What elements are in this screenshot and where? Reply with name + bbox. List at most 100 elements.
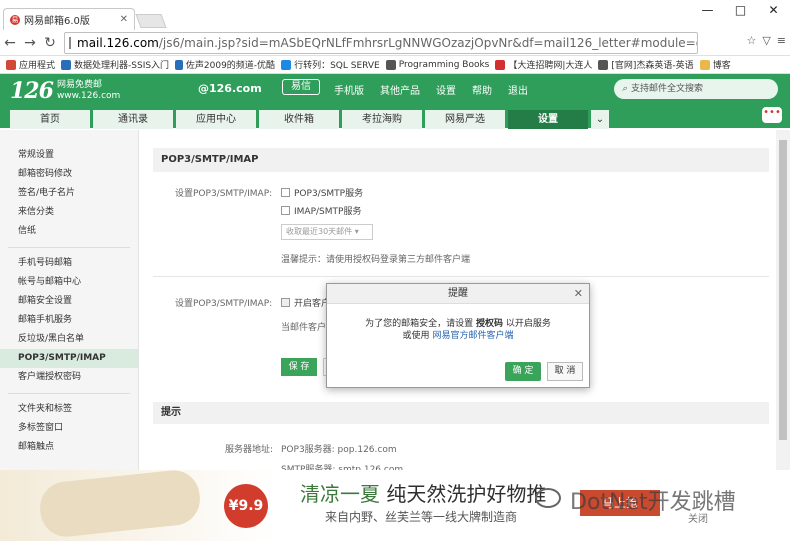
bookmark-item[interactable]: 行转列：SQL SERVE	[281, 58, 380, 71]
bookmark-item[interactable]: 数据处理利器-SSIS入门	[61, 58, 169, 71]
page-icon	[385, 59, 396, 70]
sidebar-item-filters[interactable]: 来信分类	[0, 203, 138, 222]
auth-code-keyword: 授权码	[475, 319, 503, 329]
netease-favicon-icon: 易	[10, 14, 20, 25]
save-button[interactable]: 保 存	[281, 358, 317, 376]
shield-icon[interactable]: ▽	[762, 34, 770, 47]
logo[interactable]: 126 网易免费邮 www.126.com	[10, 78, 120, 104]
mobile-link[interactable]: 手机版	[334, 82, 364, 97]
toolbar-right: ☆ ▽ ≡	[746, 34, 786, 47]
other-products-link[interactable]: 其他产品	[380, 82, 420, 97]
settings-link[interactable]: 设置	[436, 82, 456, 97]
page-icon	[598, 59, 609, 70]
tab-app-center[interactable]: 应用中心	[176, 110, 256, 129]
tab-yanxuan[interactable]: 网易严选	[425, 110, 505, 129]
star-icon[interactable]: ☆	[746, 34, 756, 47]
setting-label: 设置POP3/SMTP/IMAP:	[175, 189, 273, 199]
reload-icon[interactable]: ↻	[40, 35, 60, 51]
sidebar-item-client-auth[interactable]: 客户端授权密码	[0, 368, 138, 387]
search-placeholder: 支持邮件全文搜索	[631, 84, 704, 94]
confirm-button[interactable]: 确 定	[505, 362, 541, 381]
sidebar-item-general[interactable]: 常规设置	[0, 146, 138, 165]
tab-close-icon[interactable]: ✕	[120, 14, 128, 25]
sidebar-item-stationery[interactable]: 信纸	[0, 222, 138, 241]
close-window-button[interactable]: ✕	[757, 0, 790, 22]
back-icon[interactable]: ←	[0, 35, 20, 51]
maximize-button[interactable]: □	[724, 0, 757, 22]
help-link[interactable]: 帮助	[472, 82, 492, 97]
settings-sidebar: 常规设置 邮箱密码修改 签名/电子名片 来信分类 信纸 手机号码邮箱 帐号与邮箱…	[0, 130, 139, 470]
bookmarks-bar: 应用程式 数据处理利器-SSIS入门 佐声2009的频道-优酷 行转列：SQL …	[0, 56, 790, 74]
apps-icon	[6, 59, 16, 70]
bookmark-item[interactable]: 博客	[699, 58, 731, 71]
tab-inbox[interactable]: 收件箱	[259, 110, 339, 129]
dialog-line1-prefix: 为了您的邮箱安全，请设置	[365, 319, 474, 329]
header-links: 手机版 其他产品 设置 帮助 退出	[334, 82, 528, 97]
sidebar-item-account-center[interactable]: 帐号与邮箱中心	[0, 273, 138, 292]
browser-tab[interactable]: 易 网易邮箱6.0版 ✕	[3, 8, 135, 30]
sidebar-item-folders[interactable]: 文件夹和标签	[0, 400, 138, 419]
bookmark-item[interactable]: 【大连招聘网|大连人	[495, 58, 592, 71]
pop3-checkbox[interactable]: POP3/SMTP服务	[281, 186, 363, 199]
bookmark-icon	[175, 59, 183, 70]
receive-range-select[interactable]: 收取最近30天邮件 ▾	[281, 224, 373, 240]
logo-text1: 网易免费邮	[56, 80, 102, 90]
bookmark-item[interactable]: 佐声2009的频道-优酷	[175, 58, 275, 71]
search-icon: ⌕	[622, 84, 628, 94]
checkbox-icon	[281, 298, 290, 307]
tab-contacts[interactable]: 通讯录	[93, 110, 173, 129]
sidebar-item-antispam[interactable]: 反垃圾/黑白名单	[0, 330, 138, 349]
address-bar[interactable]: mail.126.com /js6/main.jsp?sid=mASbEQrNL…	[64, 32, 698, 54]
sidebar-divider	[8, 247, 130, 248]
bookmark-icon	[61, 59, 72, 70]
sidebar-item-touchpoints[interactable]: 邮箱触点	[0, 438, 138, 457]
official-client-link[interactable]: 网易官方邮件客户端	[432, 331, 513, 341]
url-domain: mail.126.com	[77, 36, 159, 50]
logo-number: 126	[10, 78, 54, 104]
logout-link[interactable]: 退出	[508, 82, 528, 97]
browser-toolbar: ← → ↻ mail.126.com /js6/main.jsp?sid=mAS…	[0, 30, 790, 56]
tab-title: 网易邮箱6.0版	[24, 16, 90, 27]
dialog-body: 为了您的邮箱安全，请设置 授权码 以开启服务 或使用 网易官方邮件客户端	[327, 304, 589, 342]
sidebar-item-signature[interactable]: 签名/电子名片	[0, 184, 138, 203]
dialog-cancel-button[interactable]: 取 消	[547, 362, 583, 381]
sidebar-item-multi-tab[interactable]: 多标签窗口	[0, 419, 138, 438]
folder-icon	[699, 59, 710, 70]
tab-home[interactable]: 首页	[10, 110, 90, 129]
yixin-button[interactable]: 易信	[282, 79, 320, 95]
minimize-button[interactable]: —	[691, 0, 724, 22]
pop3-server: POP3服务器: pop.126.com	[281, 445, 397, 455]
chevron-down-icon[interactable]: ⌄	[591, 110, 609, 129]
forward-icon[interactable]: →	[20, 35, 40, 51]
logo-text2: www.126.com	[56, 91, 121, 101]
bookmark-item[interactable]: 应用程式	[6, 58, 55, 71]
scrollbar-thumb[interactable]	[779, 140, 787, 440]
browser-window: 易 网易邮箱6.0版 ✕ — □ ✕ ← → ↻ mail.126.com /j…	[0, 0, 790, 541]
ad-headline: 清凉一夏 纯天然洗护好物推	[300, 482, 547, 506]
sidebar-item-password[interactable]: 邮箱密码修改	[0, 165, 138, 184]
nav-tabs: 首页 通讯录 应用中心 收件箱 考拉海购 网易严选 设置 ⌄	[10, 110, 612, 130]
menu-icon[interactable]: ≡	[777, 34, 786, 47]
watermark: DotNet开发跳槽	[570, 490, 736, 515]
search-input[interactable]: ⌕ 支持邮件全文搜索	[614, 79, 778, 99]
dialog-title: 提醒	[448, 288, 468, 299]
window-controls: — □ ✕	[691, 0, 790, 22]
bookmark-item[interactable]: [官网]杰森英语-英语	[598, 58, 694, 71]
page-icon	[69, 37, 71, 49]
sidebar-item-security[interactable]: 邮箱安全设置	[0, 292, 138, 311]
close-icon[interactable]: ✕	[574, 284, 583, 304]
sidebar-item-pop3[interactable]: POP3/SMTP/IMAP	[0, 349, 138, 368]
scrollbar[interactable]	[776, 130, 790, 470]
setting-label-2: 设置POP3/SMTP/IMAP:	[175, 299, 273, 309]
tab-settings[interactable]: 设置	[508, 110, 588, 129]
checkbox-icon	[281, 206, 290, 215]
sidebar-item-mobile-service[interactable]: 邮箱手机服务	[0, 311, 138, 330]
more-icon[interactable]: •••	[762, 107, 782, 123]
ad-banner[interactable]: ¥9.9起 清凉一夏 纯天然洗护好物推 来自内野、丝芙兰等一线大牌制造商 马上抢…	[0, 467, 790, 541]
account-name[interactable]: @126.com	[198, 82, 262, 95]
imap-checkbox[interactable]: IMAP/SMTP服务	[281, 204, 361, 217]
new-tab-button[interactable]	[135, 14, 167, 28]
bookmark-item[interactable]: Programming Books	[385, 59, 489, 70]
sidebar-item-mobile-mail[interactable]: 手机号码邮箱	[0, 254, 138, 273]
tab-kaola[interactable]: 考拉海购	[342, 110, 422, 129]
